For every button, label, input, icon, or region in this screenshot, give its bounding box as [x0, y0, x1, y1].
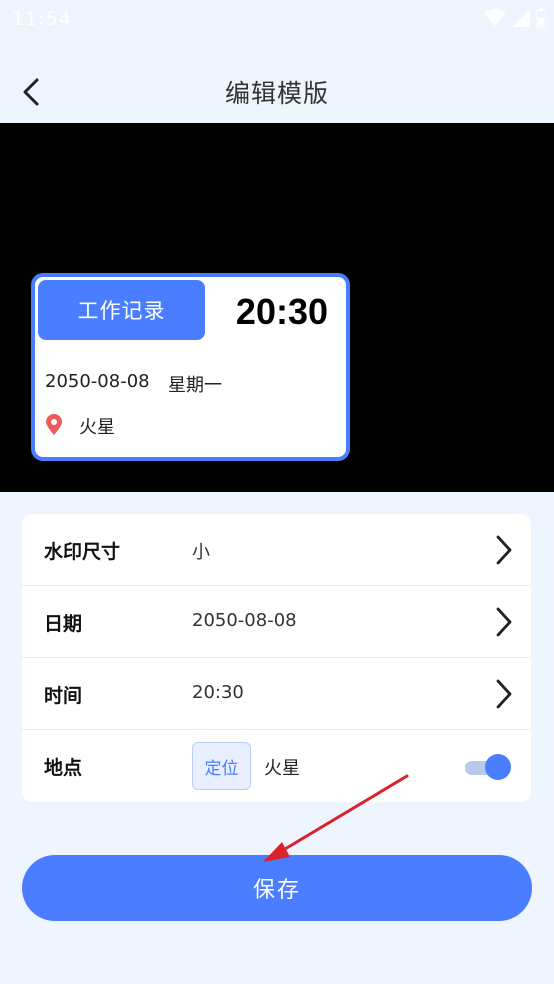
setting-row-size[interactable]: 水印尺寸 小: [22, 514, 531, 586]
battery-icon: [536, 8, 546, 28]
watermark-tag: 工作记录: [38, 280, 205, 340]
location-toggle[interactable]: [465, 754, 511, 780]
setting-value: 2050-08-08: [192, 610, 297, 631]
watermark-weekday: 星期一: [168, 375, 222, 396]
setting-row-time[interactable]: 时间 20:30: [22, 658, 531, 730]
page-title: 编辑模版: [224, 79, 329, 108]
setting-label: 地点: [44, 757, 83, 779]
setting-value: 小: [192, 542, 210, 563]
setting-label: 时间: [44, 685, 83, 707]
toggle-knob: [485, 754, 511, 780]
chevron-right-icon: [495, 606, 513, 642]
watermark-date: 2050-08-08: [45, 371, 150, 392]
setting-label: 日期: [44, 613, 83, 635]
signal-icon: [512, 9, 530, 27]
setting-row-location: 地点 定位 火星: [22, 730, 531, 802]
location-value: 火星: [264, 758, 300, 779]
settings-card: 水印尺寸 小 日期 2050-08-08 时间 20:30 地点 定位 火星: [22, 514, 531, 802]
status-time: 11:54: [12, 8, 72, 30]
locate-button[interactable]: 定位: [192, 742, 251, 790]
location-pin-icon: [45, 414, 63, 440]
watermark-time: 20:30: [235, 291, 328, 332]
chevron-right-icon: [495, 534, 513, 570]
wifi-icon: [484, 9, 506, 27]
status-bar: 11:54: [0, 0, 554, 40]
setting-value: 20:30: [192, 682, 244, 703]
status-icons: [484, 8, 546, 28]
setting-label: 水印尺寸: [44, 541, 121, 563]
header: 编辑模版: [0, 60, 554, 124]
watermark-location: 火星: [79, 417, 115, 438]
setting-row-date[interactable]: 日期 2050-08-08: [22, 586, 531, 658]
chevron-right-icon: [495, 678, 513, 714]
watermark-card[interactable]: 工作记录 20:30 2050-08-08 星期一 火星: [31, 273, 350, 461]
save-button[interactable]: 保存: [22, 855, 532, 921]
watermark-preview: 工作记录 20:30 2050-08-08 星期一 火星: [0, 123, 554, 492]
